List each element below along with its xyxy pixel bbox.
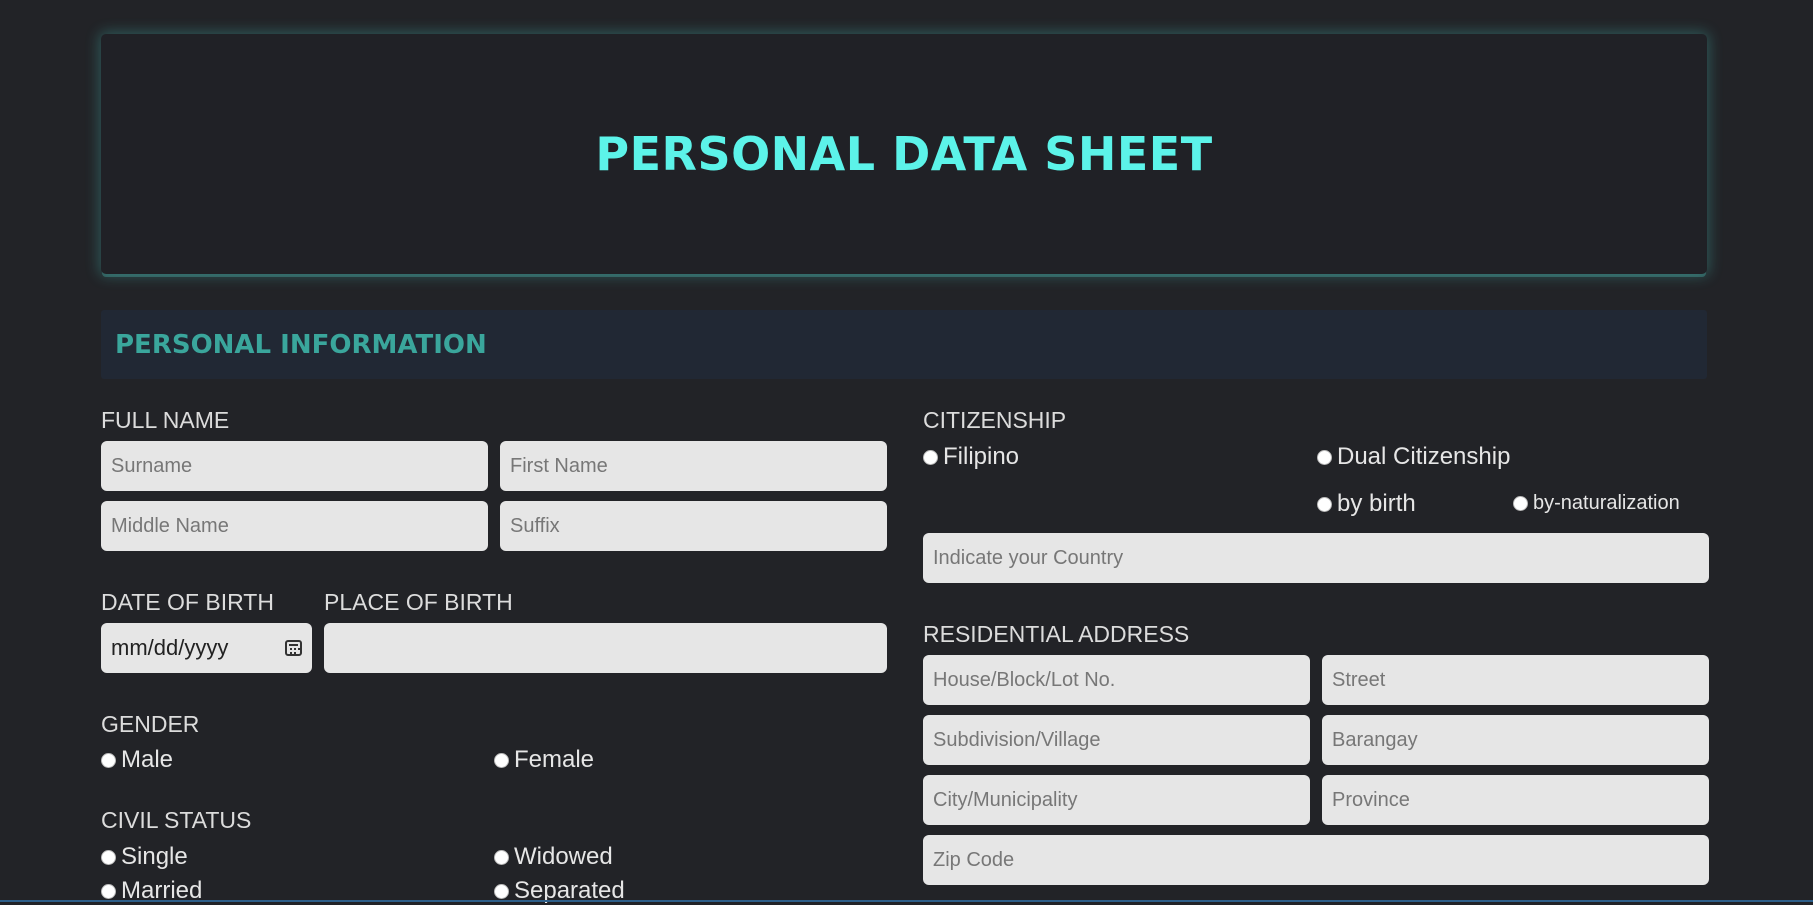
citizenship-by-naturalization-radio[interactable]: by-naturalization (1513, 492, 1680, 515)
middle-name-input[interactable] (101, 501, 488, 551)
radio-circle[interactable] (494, 883, 509, 899)
civil-status-widowed-radio[interactable]: Widowed (494, 843, 613, 871)
barangay-input[interactable] (1322, 715, 1709, 765)
radio-circle[interactable] (923, 449, 938, 465)
date-of-birth-input[interactable]: mm/dd/yyyy (101, 623, 312, 673)
zip-code-input[interactable] (923, 835, 1709, 885)
subdivision-input[interactable] (923, 715, 1310, 765)
civil-status-widowed-label: Widowed (514, 843, 613, 870)
radio-circle[interactable] (101, 849, 116, 865)
civil-status-label: CIVIL STATUS (101, 807, 252, 833)
radio-circle[interactable] (494, 849, 509, 865)
residential-address-label: RESIDENTIAL ADDRESS (923, 621, 1190, 647)
province-input[interactable] (1322, 775, 1709, 825)
gender-male-radio[interactable]: Male (101, 746, 173, 774)
citizenship-dual-radio[interactable]: Dual Citizenship (1317, 443, 1510, 471)
radio-circle[interactable] (1317, 496, 1332, 512)
place-of-birth-input[interactable] (324, 623, 887, 673)
citizenship-by-birth-label: by birth (1337, 490, 1416, 517)
citizenship-filipino-radio[interactable]: Filipino (923, 443, 1019, 471)
radio-circle[interactable] (1317, 449, 1332, 465)
citizenship-label: CITIZENSHIP (923, 407, 1067, 433)
radio-circle[interactable] (494, 752, 509, 768)
street-input[interactable] (1322, 655, 1709, 705)
house-input[interactable] (923, 655, 1310, 705)
gender-female-label: Female (514, 746, 595, 773)
radio-circle[interactable] (101, 883, 116, 899)
date-of-birth-label: DATE OF BIRTH (101, 589, 274, 615)
civil-status-single-label: Single (121, 843, 188, 870)
full-name-label: FULL NAME (101, 407, 230, 433)
section-title: PERSONAL INFORMATION (115, 329, 487, 360)
citizenship-by-birth-radio[interactable]: by birth (1317, 490, 1416, 518)
date-of-birth-placeholder: mm/dd/yyyy (111, 635, 229, 660)
header-card: PERSONAL DATA SHEET (101, 34, 1707, 274)
city-input[interactable] (923, 775, 1310, 825)
page-title: PERSONAL DATA SHEET (595, 127, 1213, 181)
calendar-icon[interactable] (285, 640, 302, 656)
section-header: PERSONAL INFORMATION (101, 310, 1707, 379)
citizenship-filipino-label: Filipino (943, 443, 1020, 470)
gender-male-label: Male (121, 746, 174, 773)
gender-label: GENDER (101, 711, 200, 737)
suffix-input[interactable] (500, 501, 887, 551)
surname-input[interactable] (101, 441, 488, 491)
radio-circle[interactable] (1513, 496, 1528, 511)
gender-female-radio[interactable]: Female (494, 746, 594, 774)
first-name-input[interactable] (500, 441, 887, 491)
civil-status-single-radio[interactable]: Single (101, 843, 188, 871)
citizenship-by-naturalization-label: by-naturalization (1533, 492, 1680, 514)
citizenship-dual-label: Dual Citizenship (1337, 443, 1511, 470)
radio-circle[interactable] (101, 752, 116, 768)
place-of-birth-label: PLACE OF BIRTH (324, 589, 513, 615)
country-input[interactable] (923, 533, 1709, 583)
